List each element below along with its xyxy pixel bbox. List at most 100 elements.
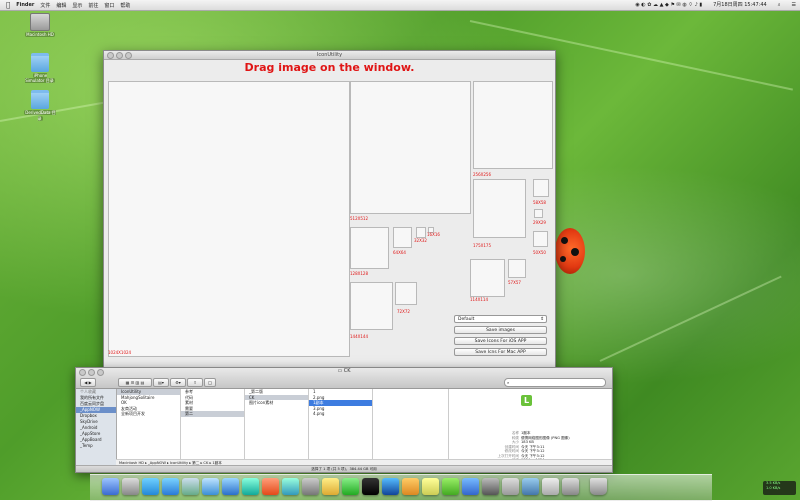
status-icons[interactable]: ◉ ◐ ✿ ☁ ▲ ◆ ⚑ ✉ ◍ ⌔ ♪ ▮ xyxy=(635,2,702,8)
close-button[interactable] xyxy=(79,369,86,376)
size-label-144: 144X144 xyxy=(350,334,369,339)
close-button[interactable] xyxy=(107,52,114,59)
minimize-button[interactable] xyxy=(116,52,123,59)
icon-drop-50[interactable] xyxy=(533,231,548,247)
window-dock-icon[interactable] xyxy=(502,478,519,495)
preset-select-value: Default xyxy=(458,317,475,322)
icon-drop-72[interactable] xyxy=(395,282,417,305)
icon-drop-64[interactable] xyxy=(393,227,412,248)
zoom-button[interactable] xyxy=(125,52,132,59)
finder-column-5 xyxy=(373,389,449,459)
size-label-50: 50X50 xyxy=(533,250,546,255)
trash-icon[interactable] xyxy=(590,478,607,495)
chrome-dock-icon[interactable] xyxy=(262,478,279,495)
sidebar-item[interactable]: _Temp xyxy=(76,443,116,449)
desktop-icon-iphone-simulator[interactable]: iPhone Simulator 目录 xyxy=(23,53,57,84)
itunes-dock-icon[interactable] xyxy=(222,478,239,495)
icon-drop-144[interactable] xyxy=(350,282,393,330)
finder-dock-icon[interactable] xyxy=(102,478,119,495)
preferences-dock-icon[interactable] xyxy=(302,478,319,495)
icon-drop-1024[interactable] xyxy=(108,81,350,357)
list-item[interactable]: 全新项目开发 xyxy=(117,411,180,417)
app-icon-preview: L xyxy=(521,395,532,406)
xcode-dock-icon[interactable] xyxy=(282,478,299,495)
menu-help[interactable]: 帮助 xyxy=(120,2,130,9)
arrange-button[interactable]: ▤▾ xyxy=(153,378,169,387)
search-icon: ⌕ xyxy=(507,380,510,385)
icon-drop-29[interactable] xyxy=(534,209,543,218)
file-info: 名称 1副本 种类 便携网络图形图像 (PNG 图像) 大小 183 KB 创建时间今… xyxy=(497,431,570,462)
list-item[interactable]: 图片icon素材 xyxy=(245,400,308,406)
apple-menu-icon[interactable]:  xyxy=(6,1,10,9)
folder-dock-icon[interactable] xyxy=(522,478,539,495)
menu-finder[interactable]: Finder xyxy=(16,2,34,8)
mission-control-dock-icon[interactable] xyxy=(142,478,159,495)
drag-instruction: Drag image on the window. xyxy=(244,61,415,74)
document-dock-icon[interactable] xyxy=(542,478,559,495)
save-mac-icns-button[interactable]: Save Icns For Mac APP xyxy=(454,348,547,356)
save-ios-icons-button[interactable]: Save Icons For iOS APP xyxy=(454,337,547,345)
list-icon[interactable]: ☰ xyxy=(792,2,796,8)
size-label-175: 175X175 xyxy=(473,243,492,248)
mail-dock-icon[interactable] xyxy=(182,478,199,495)
leaf-vein xyxy=(599,275,782,362)
preset-select[interactable]: Default ⇕ xyxy=(454,315,547,323)
search-input[interactable]: ⌕ xyxy=(504,378,606,387)
size-label-32: 32X32 xyxy=(414,238,427,243)
downloads-dock-icon[interactable] xyxy=(562,478,579,495)
save-images-button[interactable]: Save images xyxy=(454,326,547,334)
icon-drop-32[interactable] xyxy=(416,227,426,238)
window-title: IconUtility xyxy=(316,52,343,58)
iconutility-dock-icon[interactable] xyxy=(442,478,459,495)
size-label-16: 16X16 xyxy=(427,232,440,237)
notes-dock-icon[interactable] xyxy=(322,478,339,495)
icon-drop-256[interactable] xyxy=(473,81,553,169)
icon-drop-114[interactable] xyxy=(470,259,505,297)
utility-dock-icon[interactable] xyxy=(482,478,499,495)
view-mode-buttons[interactable]: ▦ ☰ ▥ ▤ xyxy=(118,378,152,387)
safari-dock-icon[interactable] xyxy=(162,478,179,495)
icon-drop-512[interactable] xyxy=(350,81,471,214)
size-label-64: 64X64 xyxy=(393,250,406,255)
tag-button[interactable]: ◯ xyxy=(204,378,216,387)
clock[interactable]: 7月18日周四 15:47:44 xyxy=(713,1,767,8)
size-label-58: 58X58 xyxy=(533,200,546,205)
word-dock-icon[interactable] xyxy=(342,478,359,495)
search-icon[interactable]: ⌕ xyxy=(778,2,781,8)
stickies-dock-icon[interactable] xyxy=(422,478,439,495)
terminal-dock-icon[interactable] xyxy=(362,478,379,495)
minimize-button[interactable] xyxy=(88,369,95,376)
menu-view[interactable]: 显示 xyxy=(72,2,82,9)
app-store-dock-icon[interactable] xyxy=(202,478,219,495)
file-preview: L 名称 1副本 种类 便携网络图形图像 (PNG 图像) 大小 183 KB 创建时… xyxy=(449,389,611,462)
status-bar: 选择了 1 项 (共 5 项)，384.44 GB 可用 xyxy=(76,465,612,472)
icon-drop-128[interactable] xyxy=(350,227,389,269)
photo-dock-icon[interactable] xyxy=(402,478,419,495)
maps-dock-icon[interactable] xyxy=(242,478,259,495)
size-label-72: 72X72 xyxy=(397,309,410,314)
dock xyxy=(90,474,712,501)
icon-drop-57[interactable] xyxy=(508,259,526,278)
desktop-icon-deriveddata[interactable]: DerivedData 目录 xyxy=(23,90,57,122)
share-button[interactable]: ⇪ xyxy=(187,378,203,387)
launchpad-dock-icon[interactable] xyxy=(122,478,139,495)
desktop-icon-macintosh-hd[interactable]: Macintosh HD xyxy=(23,13,57,37)
zoom-button[interactable] xyxy=(97,369,104,376)
menu-window[interactable]: 窗口 xyxy=(104,2,114,9)
qq-dock-icon[interactable] xyxy=(382,478,399,495)
list-item[interactable]: 第二 xyxy=(181,411,244,417)
list-item[interactable]: 4.png xyxy=(309,411,372,417)
menu-file[interactable]: 文件 xyxy=(40,2,50,9)
menu-go[interactable]: 前往 xyxy=(88,2,98,9)
size-label-128: 128X128 xyxy=(350,271,369,276)
action-gear-button[interactable]: ⚙▾ xyxy=(170,378,186,387)
finder-column-2: 参考 代码 素材 需要 第二 xyxy=(181,389,245,459)
back-forward-button[interactable]: ◀ ▶ xyxy=(80,378,96,387)
window-titlebar[interactable]: IconUtility xyxy=(104,51,555,60)
folder-icon xyxy=(31,53,49,72)
menu-edit[interactable]: 编辑 xyxy=(56,2,66,9)
finder-column-3: _第二版 CK 图片icon素材 xyxy=(245,389,309,459)
icon-drop-58[interactable] xyxy=(533,179,549,197)
icon-drop-175[interactable] xyxy=(473,179,526,238)
photoshop-dock-icon[interactable] xyxy=(462,478,479,495)
